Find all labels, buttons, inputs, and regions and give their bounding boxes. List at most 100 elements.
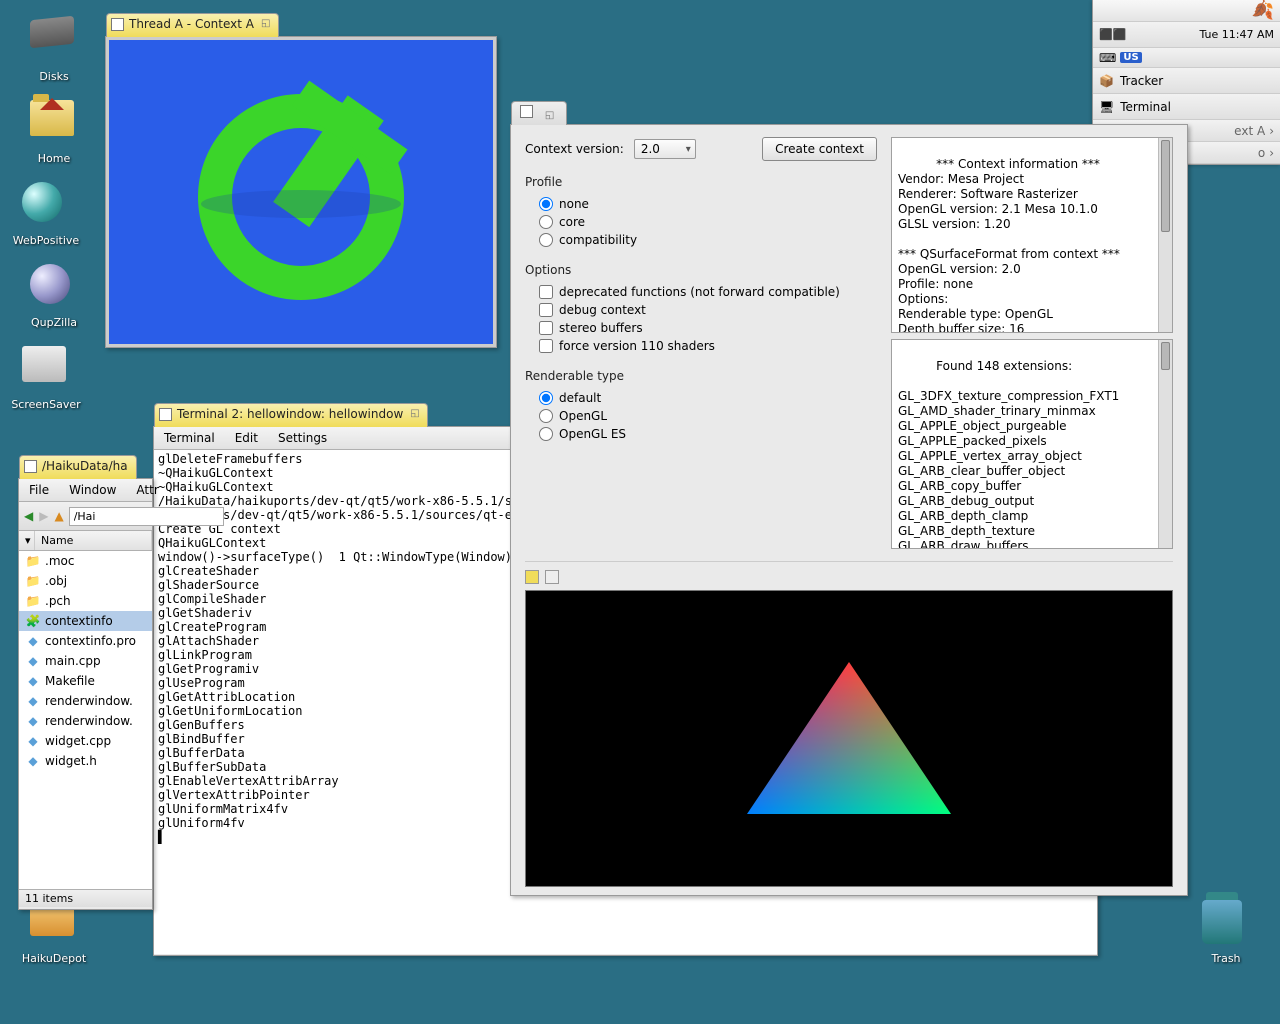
file-row[interactable]: ◆contextinfo.pro: [19, 631, 152, 651]
close-icon[interactable]: [520, 105, 533, 118]
folder-icon: [30, 100, 74, 136]
checkbox-label: force version 110 shaders: [559, 339, 715, 353]
opengl-canvas-qt: [109, 40, 493, 344]
gl-tab-zoom[interactable]: [545, 570, 559, 584]
file-name: .pch: [45, 594, 71, 608]
column-name[interactable]: Name: [35, 531, 152, 550]
radio-input[interactable]: [539, 391, 553, 405]
file-row[interactable]: 📁.pch: [19, 591, 152, 611]
forward-button[interactable]: ▶: [38, 505, 49, 527]
desktop-icon-label: Trash: [1190, 952, 1262, 965]
menu-file[interactable]: File: [19, 479, 59, 501]
deskbar-leaf-row[interactable]: 🍂: [1093, 0, 1280, 22]
globe-icon: [22, 182, 62, 222]
chevron-right-icon: ›: [1269, 146, 1274, 160]
desktop-icon-webpositive[interactable]: WebPositive: [10, 182, 82, 247]
window-thread-a[interactable]: Thread A - Context A ◱: [105, 36, 497, 348]
file-row[interactable]: 📁.moc: [19, 551, 152, 571]
radio-input[interactable]: [539, 427, 553, 441]
context-info-textbox[interactable]: *** Context information *** Vendor: Mesa…: [891, 137, 1173, 333]
zoom-icon[interactable]: ◱: [261, 18, 274, 31]
menu-edit[interactable]: Edit: [225, 427, 268, 449]
desktop-icon-home[interactable]: Home: [18, 100, 90, 165]
option-checkbox[interactable]: force version 110 shaders: [525, 337, 877, 355]
renderable-radio-opengl[interactable]: OpenGL: [525, 407, 877, 425]
file-name: renderwindow.: [45, 714, 133, 728]
renderable-group-label: Renderable type: [525, 369, 877, 383]
file-row[interactable]: 🧩contextinfo: [19, 611, 152, 631]
file-row[interactable]: ◆renderwindow.: [19, 691, 152, 711]
desktop-icon-qupzilla[interactable]: QupZilla: [18, 264, 90, 329]
radio-input[interactable]: [539, 409, 553, 423]
deskbar-locale-row[interactable]: ⌨ US: [1093, 48, 1280, 68]
radio-input[interactable]: [539, 215, 553, 229]
create-context-button[interactable]: Create context: [762, 137, 877, 161]
extensions-textbox[interactable]: Found 148 extensions: GL_3DFX_texture_co…: [891, 339, 1173, 549]
radio-label: OpenGL: [559, 409, 607, 423]
desktop-icon-label: Home: [18, 152, 90, 165]
radio-label: compatibility: [559, 233, 637, 247]
file-row[interactable]: ◆main.cpp: [19, 651, 152, 671]
radio-input[interactable]: [539, 233, 553, 247]
tracker-icon: 📦: [1099, 74, 1114, 88]
file-row[interactable]: 📁.obj: [19, 571, 152, 591]
file-row[interactable]: ◆widget.cpp: [19, 731, 152, 751]
deskbar-item-terminal[interactable]: 🖥 Terminal: [1093, 94, 1280, 120]
tracker-toolbar: ◀ ▶ ▲: [19, 502, 152, 531]
close-icon[interactable]: [159, 408, 172, 421]
back-button[interactable]: ◀: [23, 505, 34, 527]
window-contextinfo[interactable]: ◱ Context version: 2.0 Create context Pr…: [510, 124, 1188, 896]
desktop-icon-screensaver[interactable]: ScreenSaver: [10, 346, 82, 411]
trash-icon: [1202, 900, 1242, 944]
option-checkbox[interactable]: debug context: [525, 301, 877, 319]
menu-settings[interactable]: Settings: [268, 427, 337, 449]
window-titlebar[interactable]: /HaikuData/ha: [19, 455, 137, 479]
sort-indicator[interactable]: ▾: [19, 531, 35, 550]
gl-tab-active[interactable]: [525, 570, 539, 584]
source-file-icon: ◆: [25, 753, 41, 769]
path-input[interactable]: [69, 507, 224, 526]
radio-input[interactable]: [539, 197, 553, 211]
profile-radio-compatibility[interactable]: compatibility: [525, 231, 877, 249]
window-titlebar[interactable]: ◱: [511, 101, 567, 125]
desktop-icon-trash[interactable]: Trash: [1190, 900, 1262, 965]
file-row[interactable]: ◆renderwindow.: [19, 711, 152, 731]
option-checkbox[interactable]: deprecated functions (not forward compat…: [525, 283, 877, 301]
radio-label: default: [559, 391, 601, 405]
window-titlebar[interactable]: Thread A - Context A ◱: [106, 13, 279, 37]
checkbox-input[interactable]: [539, 321, 553, 335]
option-checkbox[interactable]: stereo buffers: [525, 319, 877, 337]
file-name: .obj: [45, 574, 67, 588]
profile-radio-core[interactable]: core: [525, 213, 877, 231]
checkbox-input[interactable]: [539, 285, 553, 299]
file-name: contextinfo: [45, 614, 113, 628]
window-title: Terminal 2: hellowindow: hellowindow: [177, 407, 403, 421]
up-button[interactable]: ▲: [53, 505, 64, 527]
window-titlebar[interactable]: Terminal 2: hellowindow: hellowindow ◱: [154, 403, 428, 427]
checkbox-input[interactable]: [539, 303, 553, 317]
rgb-triangle-icon: [739, 654, 959, 824]
deskbar-item-tracker[interactable]: 📦 Tracker: [1093, 68, 1280, 94]
opengl-render-view: [525, 590, 1173, 887]
close-icon[interactable]: [24, 460, 37, 473]
file-list[interactable]: ▾ Name 📁.moc📁.obj📁.pch🧩contextinfo◆conte…: [19, 531, 152, 889]
renderable-radio-default[interactable]: default: [525, 389, 877, 407]
scrollbar[interactable]: [1158, 138, 1172, 332]
tracker-menubar: File Window Attr: [19, 479, 152, 502]
profile-radio-none[interactable]: none: [525, 195, 877, 213]
file-row[interactable]: ◆widget.h: [19, 751, 152, 771]
menu-attributes[interactable]: Attr: [126, 479, 168, 501]
checkbox-input[interactable]: [539, 339, 553, 353]
close-icon[interactable]: [111, 18, 124, 31]
zoom-icon[interactable]: ◱: [410, 408, 423, 421]
context-version-select[interactable]: 2.0: [634, 139, 696, 159]
desktop-icon-disks[interactable]: Disks: [18, 18, 90, 83]
menu-window[interactable]: Window: [59, 479, 126, 501]
window-tracker[interactable]: /HaikuData/ha File Window Attr ◀ ▶ ▲ ▾ N…: [18, 478, 153, 910]
scrollbar[interactable]: [1158, 340, 1172, 548]
zoom-icon[interactable]: ◱: [545, 110, 558, 123]
menu-terminal[interactable]: Terminal: [154, 427, 225, 449]
file-row[interactable]: ◆Makefile: [19, 671, 152, 691]
renderable-radio-opengl es[interactable]: OpenGL ES: [525, 425, 877, 443]
deskbar-tray-row[interactable]: ⬛⬛ Tue 11:47 AM: [1093, 22, 1280, 48]
